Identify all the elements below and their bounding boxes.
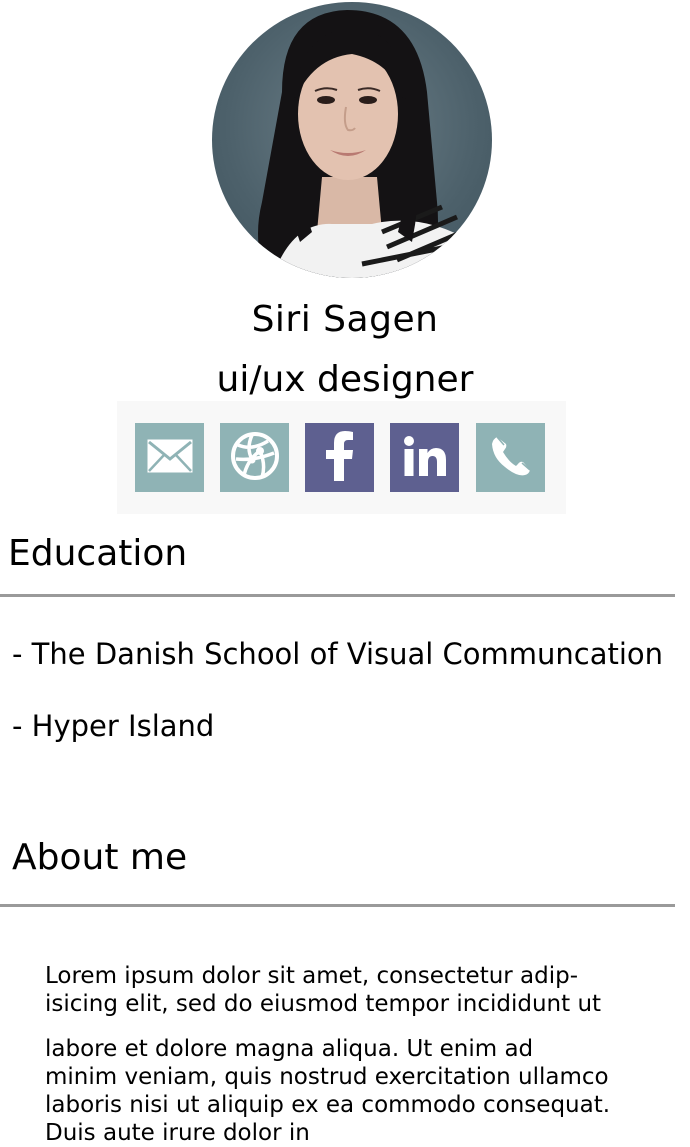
education-item: - The Danish School of Visual Communcati… [12,637,664,671]
education-item: - Hyper Island [12,709,215,743]
about-heading: About me [12,837,188,878]
mail-icon [147,439,193,477]
facebook-button[interactable] [305,423,374,492]
profile-avatar [212,2,492,278]
globe-icon [230,431,280,485]
phone-button[interactable] [476,423,545,492]
linkedin-button[interactable] [390,423,459,492]
about-line: labore et dolore magna aliqua. Ut enim a… [45,1036,534,1062]
about-divider [0,904,675,907]
website-button[interactable] [220,423,289,492]
email-button[interactable] [135,423,204,492]
education-heading: Education [8,533,188,574]
facebook-icon [325,430,355,485]
about-line: laboris nisi ut aliquip ex ea commodo co… [45,1092,611,1118]
about-line: minim veniam, quis nostrud exercitation … [45,1064,609,1090]
phone-icon [489,434,533,482]
about-line: isicing elit, sed do eiusmod tempor inci… [45,991,602,1017]
education-divider [0,594,675,597]
about-paragraph-1: Lorem ipsum dolor sit amet, consectetur … [45,962,655,1018]
about-paragraph-2: labore et dolore magna aliqua. Ut enim a… [45,1035,655,1147]
profile-role: ui/ux designer [216,359,474,400]
social-links-bar [117,401,566,514]
profile-name: Siri Sagen [251,299,439,340]
linkedin-icon [403,435,446,480]
about-line: Lorem ipsum dolor sit amet, consectetur … [45,963,579,989]
